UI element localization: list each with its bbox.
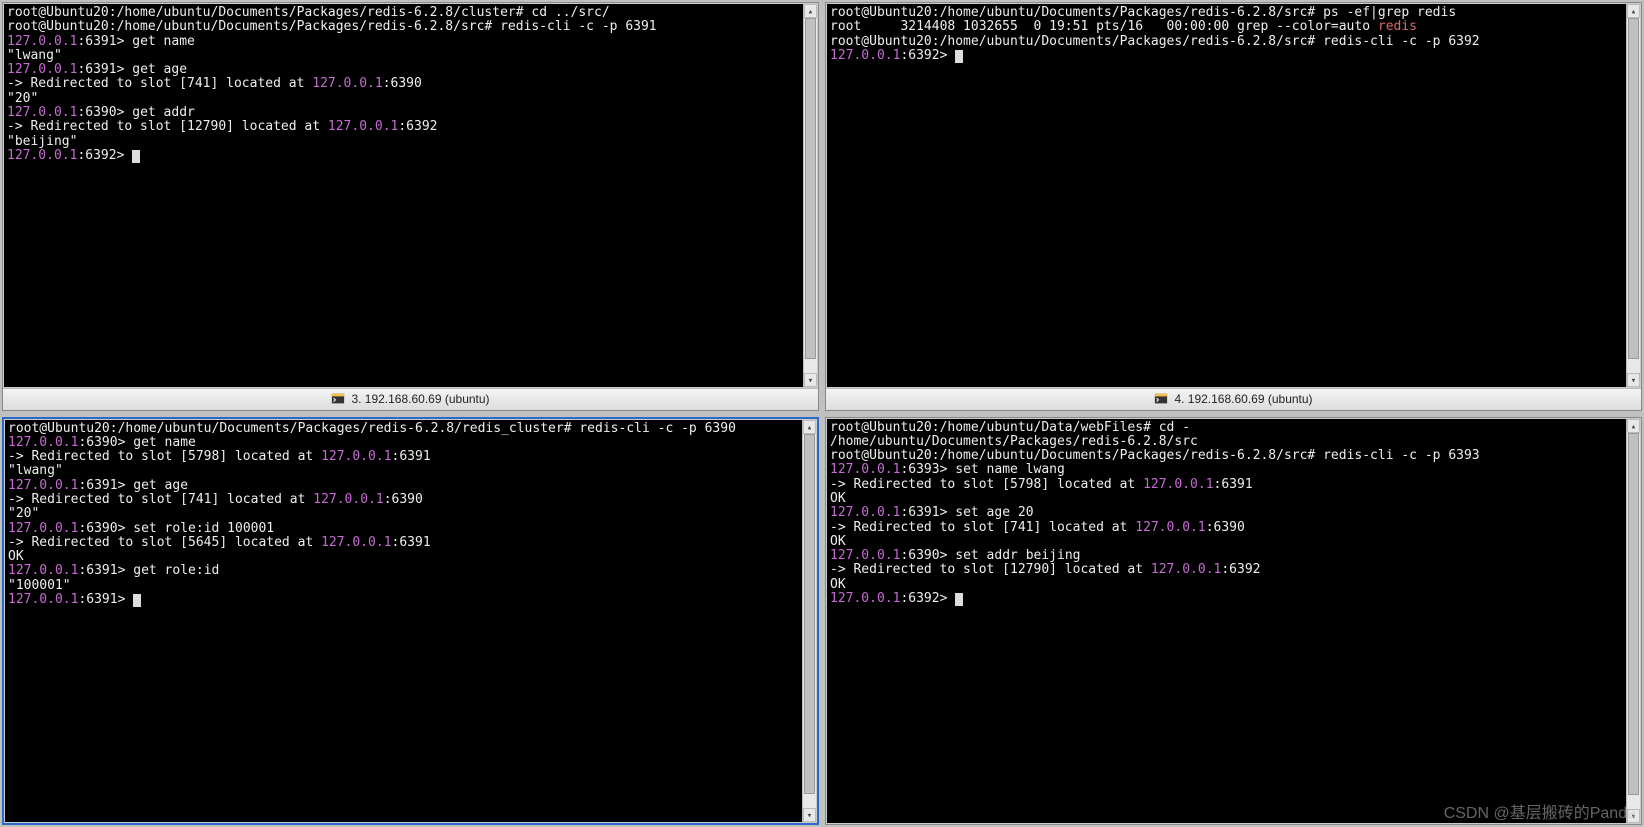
scrollbar[interactable]: ▴ ▾ — [803, 4, 817, 387]
scroll-up-icon[interactable]: ▴ — [804, 4, 817, 18]
scroll-down-icon[interactable]: ▾ — [804, 373, 817, 387]
tab-bar[interactable]: 3. 192.168.60.69 (ubuntu) — [3, 388, 818, 410]
terminal-output[interactable]: root@Ubuntu20:/home/ubuntu/Documents/Pac… — [827, 4, 1626, 387]
scroll-up-icon[interactable]: ▴ — [1627, 419, 1640, 433]
terminal-pane-top-right: root@Ubuntu20:/home/ubuntu/Documents/Pac… — [825, 2, 1642, 411]
terminal-output[interactable]: root@Ubuntu20:/home/ubuntu/Documents/Pac… — [5, 420, 802, 823]
scrollbar[interactable]: ▴ ▾ — [1626, 419, 1640, 824]
scroll-up-icon[interactable]: ▴ — [1627, 4, 1640, 18]
terminal-icon — [331, 392, 345, 406]
scrollbar[interactable]: ▴ ▾ — [802, 420, 816, 823]
tab-bar[interactable]: 4. 192.168.60.69 (ubuntu) — [826, 388, 1641, 410]
scroll-down-icon[interactable]: ▾ — [1627, 809, 1640, 823]
terminal-output[interactable]: root@Ubuntu20:/home/ubuntu/Data/webFiles… — [827, 419, 1626, 824]
tab-label: 3. 192.168.60.69 (ubuntu) — [351, 392, 489, 406]
terminal-pane-top-left: root@Ubuntu20:/home/ubuntu/Documents/Pac… — [2, 2, 819, 411]
terminal-pane-bottom-right: root@Ubuntu20:/home/ubuntu/Data/webFiles… — [825, 417, 1642, 826]
scrollbar[interactable]: ▴ ▾ — [1626, 4, 1640, 387]
scroll-down-icon[interactable]: ▾ — [1627, 373, 1640, 387]
terminal-output[interactable]: root@Ubuntu20:/home/ubuntu/Documents/Pac… — [4, 4, 803, 387]
tab-label: 4. 192.168.60.69 (ubuntu) — [1174, 392, 1312, 406]
terminal-icon — [1154, 392, 1168, 406]
terminal-pane-bottom-left: root@Ubuntu20:/home/ubuntu/Documents/Pac… — [2, 417, 819, 826]
scroll-down-icon[interactable]: ▾ — [803, 808, 816, 822]
scroll-up-icon[interactable]: ▴ — [803, 420, 816, 434]
